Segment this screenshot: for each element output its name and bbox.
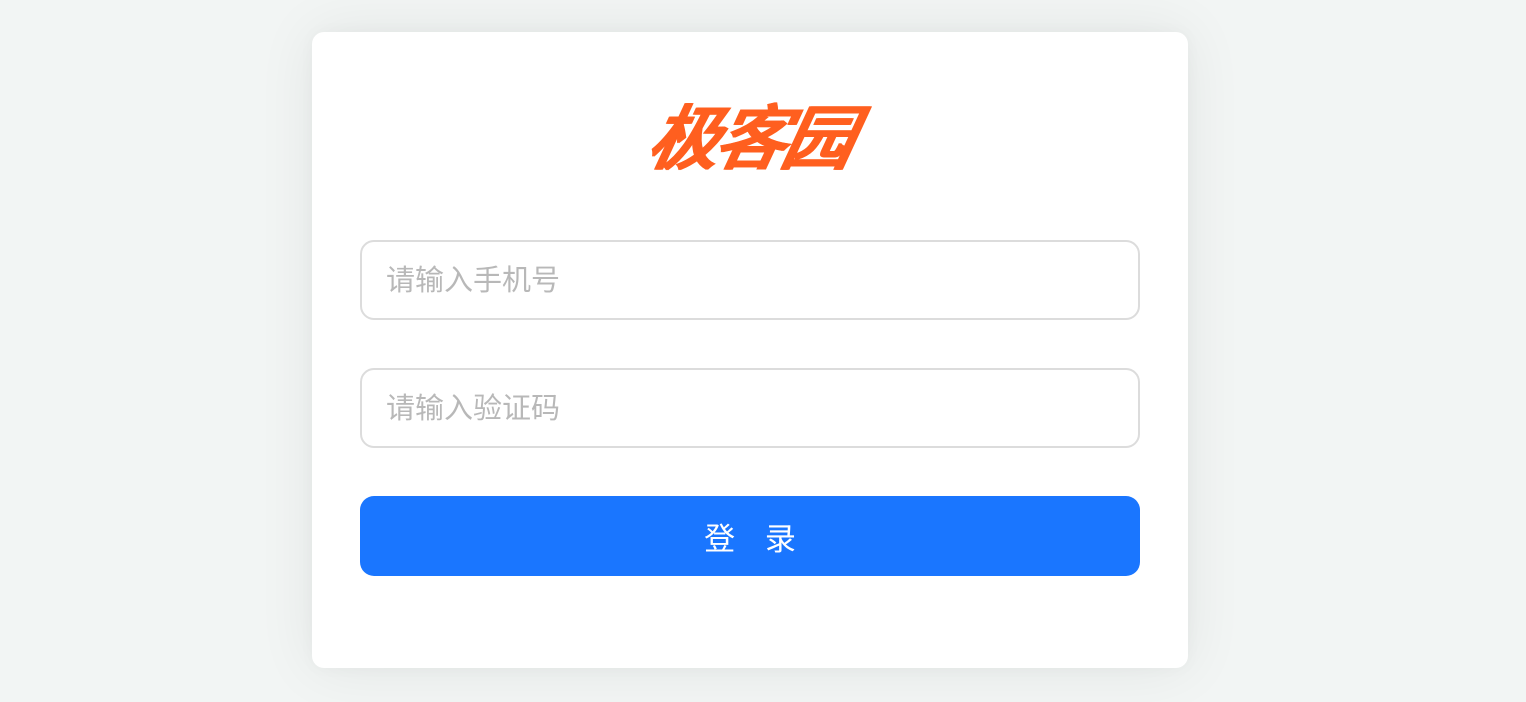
- verification-code-input[interactable]: [362, 370, 1138, 446]
- login-card: 极客园 登 录: [312, 32, 1188, 668]
- phone-field[interactable]: [360, 240, 1140, 320]
- phone-input[interactable]: [362, 242, 1138, 318]
- login-button[interactable]: 登 录: [360, 496, 1140, 576]
- brand-logo: 极客园: [640, 98, 860, 180]
- verification-code-field[interactable]: [360, 368, 1140, 448]
